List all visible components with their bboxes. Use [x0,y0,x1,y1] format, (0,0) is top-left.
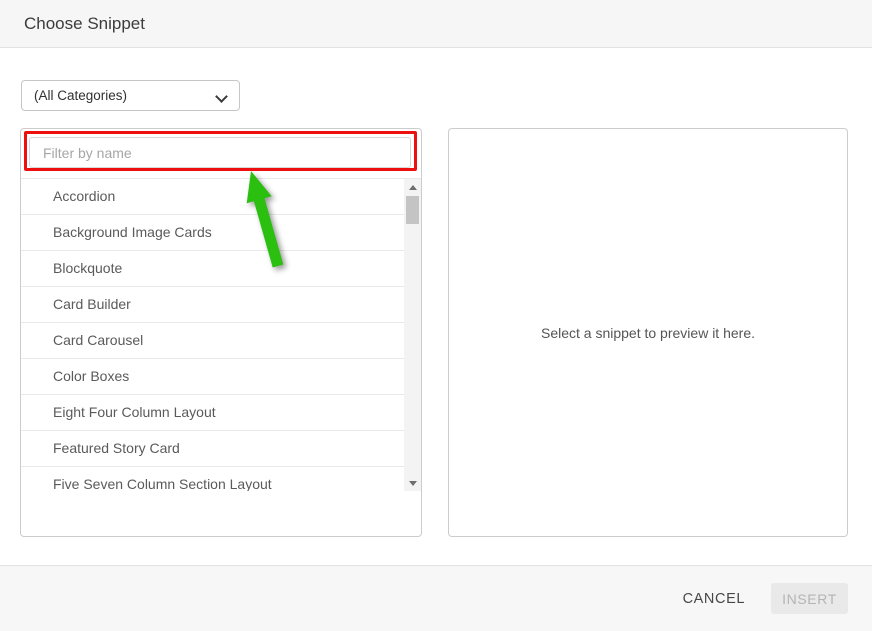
snippet-item-label: Blockquote [53,260,122,276]
snippet-list: Accordion Background Image Cards Blockqu… [21,179,421,491]
dialog-header: Choose Snippet [0,0,872,48]
preview-empty-message: Select a snippet to preview it here. [541,325,755,341]
snippet-item-label: Background Image Cards [53,224,212,240]
snippet-item-label: Featured Story Card [53,440,180,456]
dialog-footer: CANCEL INSERT [0,565,872,631]
preview-panel: Select a snippet to preview it here. [448,128,848,537]
filter-input[interactable] [29,137,411,168]
scrollbar[interactable] [404,179,421,491]
category-select[interactable]: (All Categories) [21,80,240,111]
snippet-list-item[interactable]: Card Carousel [21,323,421,359]
chevron-down-icon [217,89,227,99]
category-select-value: (All Categories) [34,88,127,103]
snippet-list-item[interactable]: Card Builder [21,287,421,323]
scroll-down-icon[interactable] [404,475,421,491]
snippet-list-item[interactable]: Five Seven Column Section Layout [21,467,421,491]
snippet-list-panel: Accordion Background Image Cards Blockqu… [20,128,422,537]
snippet-list-item[interactable]: Color Boxes [21,359,421,395]
snippet-item-label: Color Boxes [53,368,129,384]
snippet-item-label: Five Seven Column Section Layout [53,476,272,491]
scroll-up-icon[interactable] [404,179,421,195]
snippet-item-label: Eight Four Column Layout [53,404,216,420]
snippet-list-item[interactable]: Background Image Cards [21,215,421,251]
snippet-list-item[interactable]: Accordion [21,179,421,215]
filter-area [21,129,421,179]
scrollbar-thumb[interactable] [406,196,419,224]
snippet-list-item[interactable]: Eight Four Column Layout [21,395,421,431]
cancel-button[interactable]: CANCEL [683,591,745,607]
snippet-list-item[interactable]: Featured Story Card [21,431,421,467]
snippet-list-item[interactable]: Blockquote [21,251,421,287]
snippet-item-label: Accordion [53,188,115,204]
insert-button[interactable]: INSERT [771,583,848,614]
snippet-item-label: Card Builder [53,296,131,312]
page-title: Choose Snippet [24,14,145,34]
snippet-item-label: Card Carousel [53,332,143,348]
